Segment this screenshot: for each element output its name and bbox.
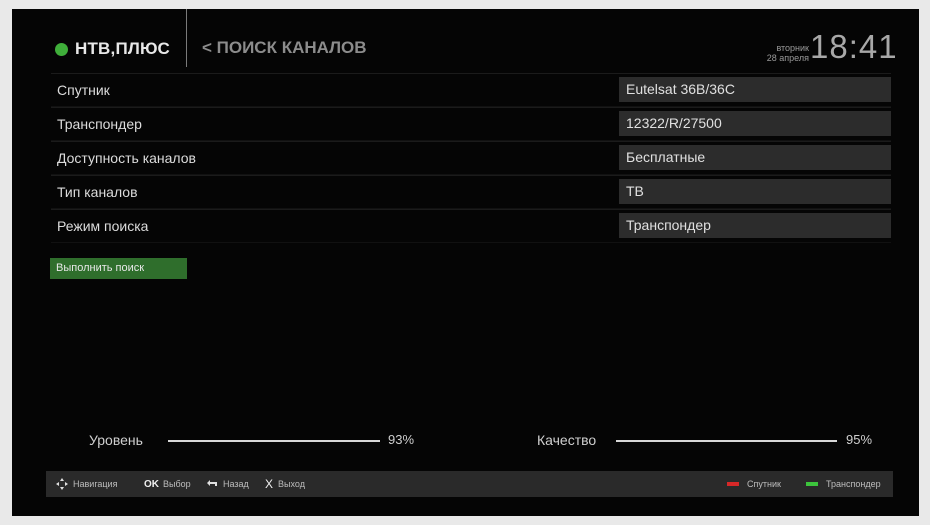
hint-navigation-label: Навигация [73, 479, 118, 489]
setting-value-transponder[interactable]: 12322/R/27500 [619, 111, 891, 136]
exit-key-icon: X [265, 477, 274, 491]
hint-green-label: Транспондер [826, 479, 881, 489]
date-display: вторник 28 апреля [757, 43, 809, 63]
hint-navigation: Навигация [56, 471, 117, 497]
setting-label: Спутник [57, 82, 110, 98]
setting-value-satellite[interactable]: Eutelsat 36B/36C [619, 77, 891, 102]
clock: 18:41 [810, 28, 898, 65]
hint-back-label: Назад [223, 479, 249, 489]
settings-list: Спутник Eutelsat 36B/36C Транспондер 123… [51, 73, 891, 243]
hint-exit: X Выход [265, 471, 305, 497]
back-arrow-icon [207, 480, 217, 486]
setting-value-search-mode[interactable]: Транспондер [619, 213, 891, 238]
weekday: вторник [776, 43, 809, 53]
setting-label: Транспондер [57, 116, 142, 132]
green-key-icon [806, 482, 818, 486]
hint-red-key: Спутник [727, 471, 781, 497]
hint-exit-label: Выход [278, 479, 305, 489]
level-bar [168, 440, 380, 442]
setting-value-channel-type[interactable]: ТВ [619, 179, 891, 204]
search-button[interactable]: Выполнить поиск [50, 258, 187, 279]
ok-key-icon: OK [144, 478, 159, 490]
setting-row-transponder[interactable]: Транспондер 12322/R/27500 [51, 107, 891, 141]
quality-bar [616, 440, 837, 442]
setting-label: Режим поиска [57, 218, 149, 234]
hint-green-key: Транспондер [806, 471, 881, 497]
hint-bar: Навигация OK Выбор Назад X Выход Спутник… [46, 471, 893, 497]
setting-row-satellite[interactable]: Спутник Eutelsat 36B/36C [51, 73, 891, 107]
hint-ok-label: Выбор [163, 479, 191, 489]
date: 28 апреля [766, 53, 809, 63]
level-label: Уровень [89, 432, 143, 448]
hint-red-label: Спутник [747, 479, 781, 489]
hint-back: Назад [206, 471, 249, 497]
setting-row-search-mode[interactable]: Режим поиска Транспондер [51, 209, 891, 243]
red-key-icon [727, 482, 739, 486]
level-value: 93% [388, 432, 415, 447]
setting-label: Доступность каналов [57, 150, 196, 166]
quality-label: Качество [537, 432, 597, 448]
header-divider [186, 9, 187, 67]
logo-dot-icon [55, 42, 68, 56]
brand-logo: НТВ,ПЛЮС [55, 39, 170, 59]
setting-row-availability[interactable]: Доступность каналов Бесплатные [51, 141, 891, 175]
quality-value: 95% [846, 432, 873, 447]
setting-label: Тип каналов [57, 184, 138, 200]
hint-ok: OK Выбор [144, 471, 191, 497]
setting-value-availability[interactable]: Бесплатные [619, 145, 891, 170]
tv-screen: НТВ,ПЛЮС < ПОИСК КАНАЛОВ вторник 28 апре… [12, 9, 919, 516]
logo-text: НТВ,ПЛЮС [75, 39, 170, 58]
page-title[interactable]: < ПОИСК КАНАЛОВ [202, 38, 367, 58]
setting-row-channel-type[interactable]: Тип каналов ТВ [51, 175, 891, 209]
navigation-arrows-icon [56, 478, 68, 490]
